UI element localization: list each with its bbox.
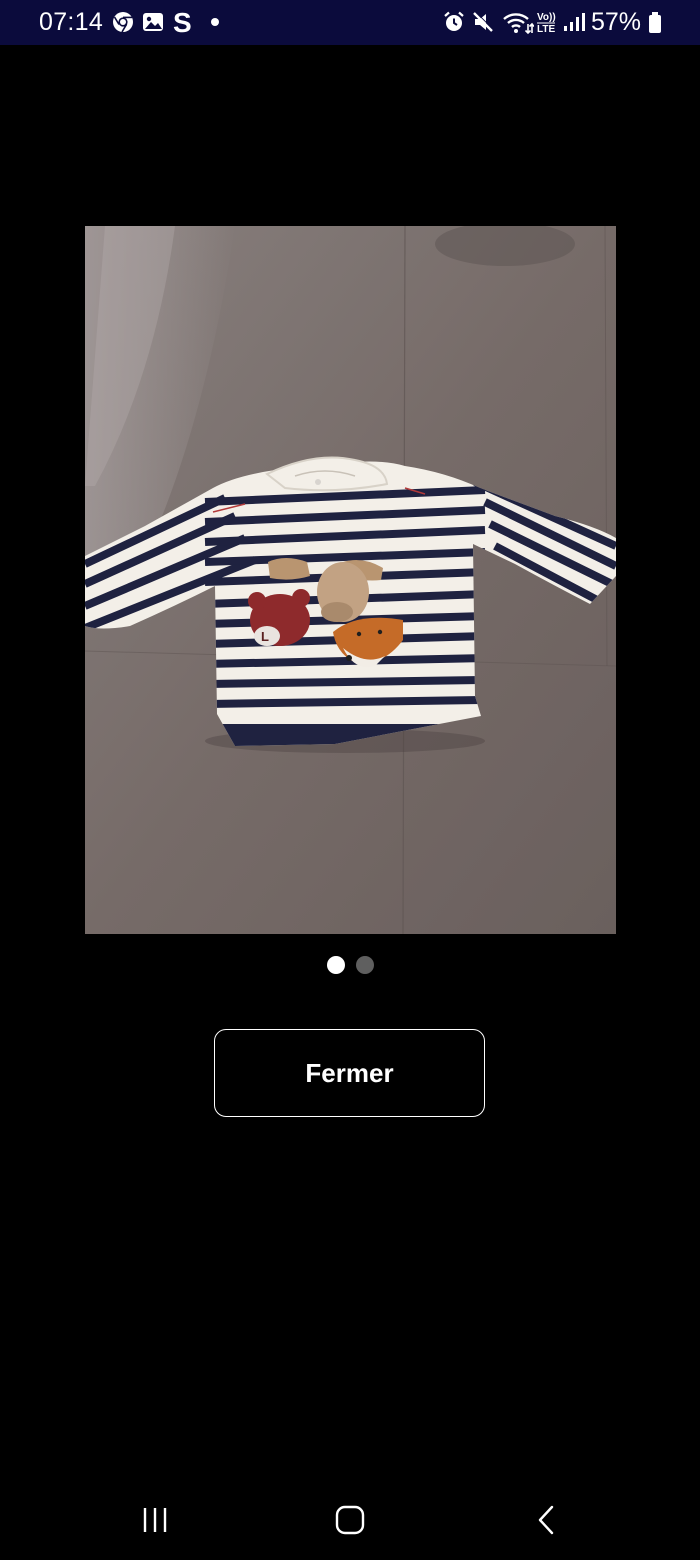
image-pager xyxy=(326,955,376,975)
pager-dot-2[interactable] xyxy=(356,956,374,974)
status-bar: 07:14 S Vo)) LTE 57% xyxy=(0,0,700,45)
back-icon[interactable] xyxy=(522,1496,572,1544)
pager-dot-1[interactable] xyxy=(327,956,345,974)
svg-text:LTE: LTE xyxy=(537,24,555,35)
gallery-icon xyxy=(142,11,164,35)
wifi-icon xyxy=(502,11,534,35)
svg-text:S: S xyxy=(173,8,192,36)
image-viewer-screen: 07:14 S Vo)) LTE 57% L Fermer xyxy=(0,0,700,1560)
battery-icon xyxy=(648,12,662,36)
shazam-icon: S xyxy=(173,8,193,36)
home-icon[interactable] xyxy=(325,1496,375,1544)
svg-text:Vo)): Vo)) xyxy=(537,12,556,23)
product-photo[interactable]: L xyxy=(85,226,616,934)
bear-patch: L xyxy=(248,589,310,646)
status-time: 07:14 xyxy=(39,8,104,36)
recent-apps-icon[interactable] xyxy=(130,1496,180,1544)
alarm-icon xyxy=(443,11,465,35)
volte-icon: Vo)) LTE xyxy=(536,10,558,35)
signal-icon xyxy=(563,11,585,35)
chrome-icon xyxy=(112,11,134,35)
battery-percent: 57% xyxy=(591,8,642,36)
notification-dot-icon xyxy=(210,17,220,41)
mute-icon xyxy=(472,11,494,35)
close-button[interactable]: Fermer xyxy=(214,1029,485,1117)
svg-text:L: L xyxy=(261,629,269,644)
